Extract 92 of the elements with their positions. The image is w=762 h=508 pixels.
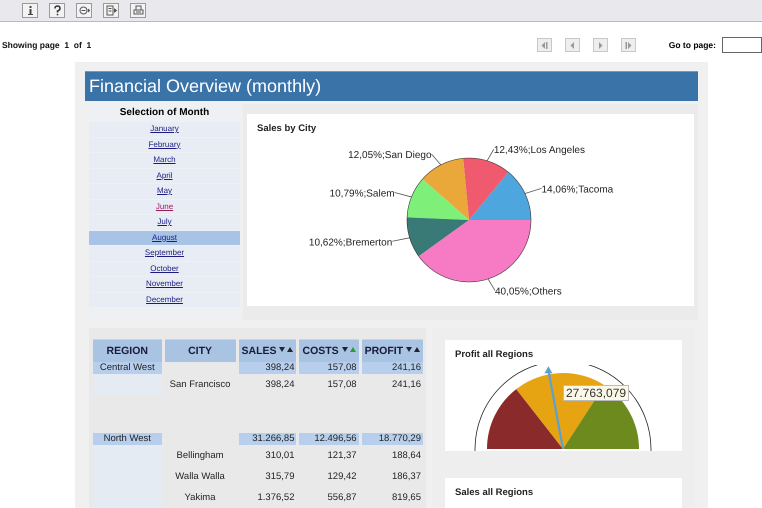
number-cell: 556,87	[328, 492, 357, 503]
month-link[interactable]: August	[152, 232, 177, 242]
right-arrow-icon	[624, 40, 633, 50]
previous-page-button[interactable]	[564, 38, 580, 52]
month-link[interactable]: December	[146, 294, 183, 304]
month-row[interactable]: November	[89, 277, 240, 292]
city-cell: Walla Walla	[175, 471, 225, 482]
month-link[interactable]: March	[153, 155, 176, 164]
column-header[interactable]: COSTS	[299, 339, 359, 362]
number-cell: 157,08	[328, 379, 357, 390]
sort-arrows-icon[interactable]	[279, 346, 294, 353]
month-link[interactable]: September	[144, 248, 184, 257]
print-icon	[132, 5, 144, 16]
month-heading: Selection of Month	[118, 106, 210, 120]
month-link[interactable]: November	[146, 279, 183, 288]
number-cell: 315,79	[265, 471, 294, 482]
city-cell: Yakima	[184, 492, 216, 503]
column-header: CITY	[164, 339, 236, 362]
city-cell: Bellingham	[176, 450, 224, 461]
page-arrow-icon	[106, 5, 116, 16]
month-row[interactable]: December	[89, 292, 240, 307]
number-cell: 12.496,56	[314, 433, 357, 444]
region-cell: North West	[104, 433, 151, 444]
number-cell: 129,42	[328, 471, 357, 482]
leader-line	[486, 148, 494, 162]
month-link[interactable]: January	[150, 124, 179, 133]
number-cell: 398,24	[265, 362, 294, 373]
report-title: Financial Overview (monthly)	[85, 71, 698, 101]
next-page-button[interactable]	[592, 38, 608, 52]
month-row[interactable]: February	[89, 138, 240, 152]
last-page-button[interactable]	[620, 38, 636, 52]
info-button[interactable]	[22, 3, 38, 18]
column-header[interactable]: SALES	[238, 339, 296, 362]
number-cell: 241,16	[392, 379, 421, 390]
gauge-value: 27.763,079	[563, 385, 630, 401]
month-row[interactable]: January	[89, 122, 240, 136]
leader-line	[524, 188, 542, 194]
month-row[interactable]: June	[89, 200, 240, 214]
gauge-title: Profit all Regions	[454, 348, 534, 360]
number-cell: 31.266,85	[252, 433, 294, 444]
month-row[interactable]: May	[89, 184, 240, 198]
month-link[interactable]: October	[150, 264, 179, 272]
export-button[interactable]	[76, 3, 92, 18]
number-cell: 398,24	[265, 379, 294, 390]
month-row[interactable]: August	[89, 230, 240, 245]
number-cell: 121,37	[328, 450, 357, 461]
month-row[interactable]: July	[89, 215, 240, 230]
slice-label: 12,43%;Los Angeles	[494, 145, 585, 156]
chart-title: Sales by City	[256, 122, 318, 134]
number-cell: 18.770,29	[378, 433, 421, 444]
layout-button[interactable]	[103, 3, 119, 18]
region-cell: Central West	[100, 362, 155, 373]
month-link[interactable]: February	[148, 140, 180, 148]
leader-line	[394, 192, 412, 198]
go-to-page-label: Go to page:	[668, 40, 716, 50]
city-cell: San Francisco	[170, 379, 230, 390]
number-cell: 157,08	[328, 362, 357, 373]
month-link[interactable]: April	[156, 170, 172, 180]
number-cell: 819,65	[392, 492, 421, 503]
month-row[interactable]: September	[89, 246, 240, 260]
slice-label: 14,06%;Tacoma	[542, 184, 614, 196]
number-cell: 1.376,52	[258, 492, 294, 503]
help-button[interactable]	[49, 3, 65, 18]
column-header: REGION	[93, 339, 162, 362]
print-button[interactable]	[130, 3, 146, 18]
number-cell: 188,64	[392, 450, 421, 461]
leader-line	[392, 237, 410, 242]
month-row[interactable]: October	[89, 262, 240, 276]
month-link[interactable]: July	[157, 217, 172, 226]
month-row[interactable]: April	[89, 168, 240, 183]
page-status: Showing page 1 of 1	[2, 40, 92, 50]
page-number-field[interactable]	[722, 37, 762, 53]
slice-label: 10,62%;Bremerton	[308, 237, 392, 248]
number-cell: 241,16	[392, 362, 421, 373]
month-link[interactable]: May	[156, 186, 172, 195]
left-arrow-icon	[540, 40, 549, 50]
month-row[interactable]: March	[89, 153, 240, 168]
help-icon	[52, 5, 62, 16]
sort-arrows-icon[interactable]	[342, 346, 356, 353]
sort-arrows-icon[interactable]	[406, 346, 420, 353]
gauge-title: Sales all Regions	[454, 486, 534, 498]
number-cell: 310,01	[265, 450, 294, 461]
column-header[interactable]: PROFIT	[362, 339, 423, 362]
leader-line	[431, 154, 442, 166]
month-link[interactable]: June	[156, 202, 174, 210]
number-cell: 186,37	[392, 471, 421, 482]
export-icon	[78, 5, 90, 16]
slice-label: 12,05%;San Diego	[348, 150, 432, 162]
leader-line	[488, 278, 496, 291]
first-page-button[interactable]	[536, 38, 552, 52]
slice-label: 10,79%;Salem	[330, 188, 395, 200]
slice-label: 40,05%;Others	[494, 286, 562, 298]
